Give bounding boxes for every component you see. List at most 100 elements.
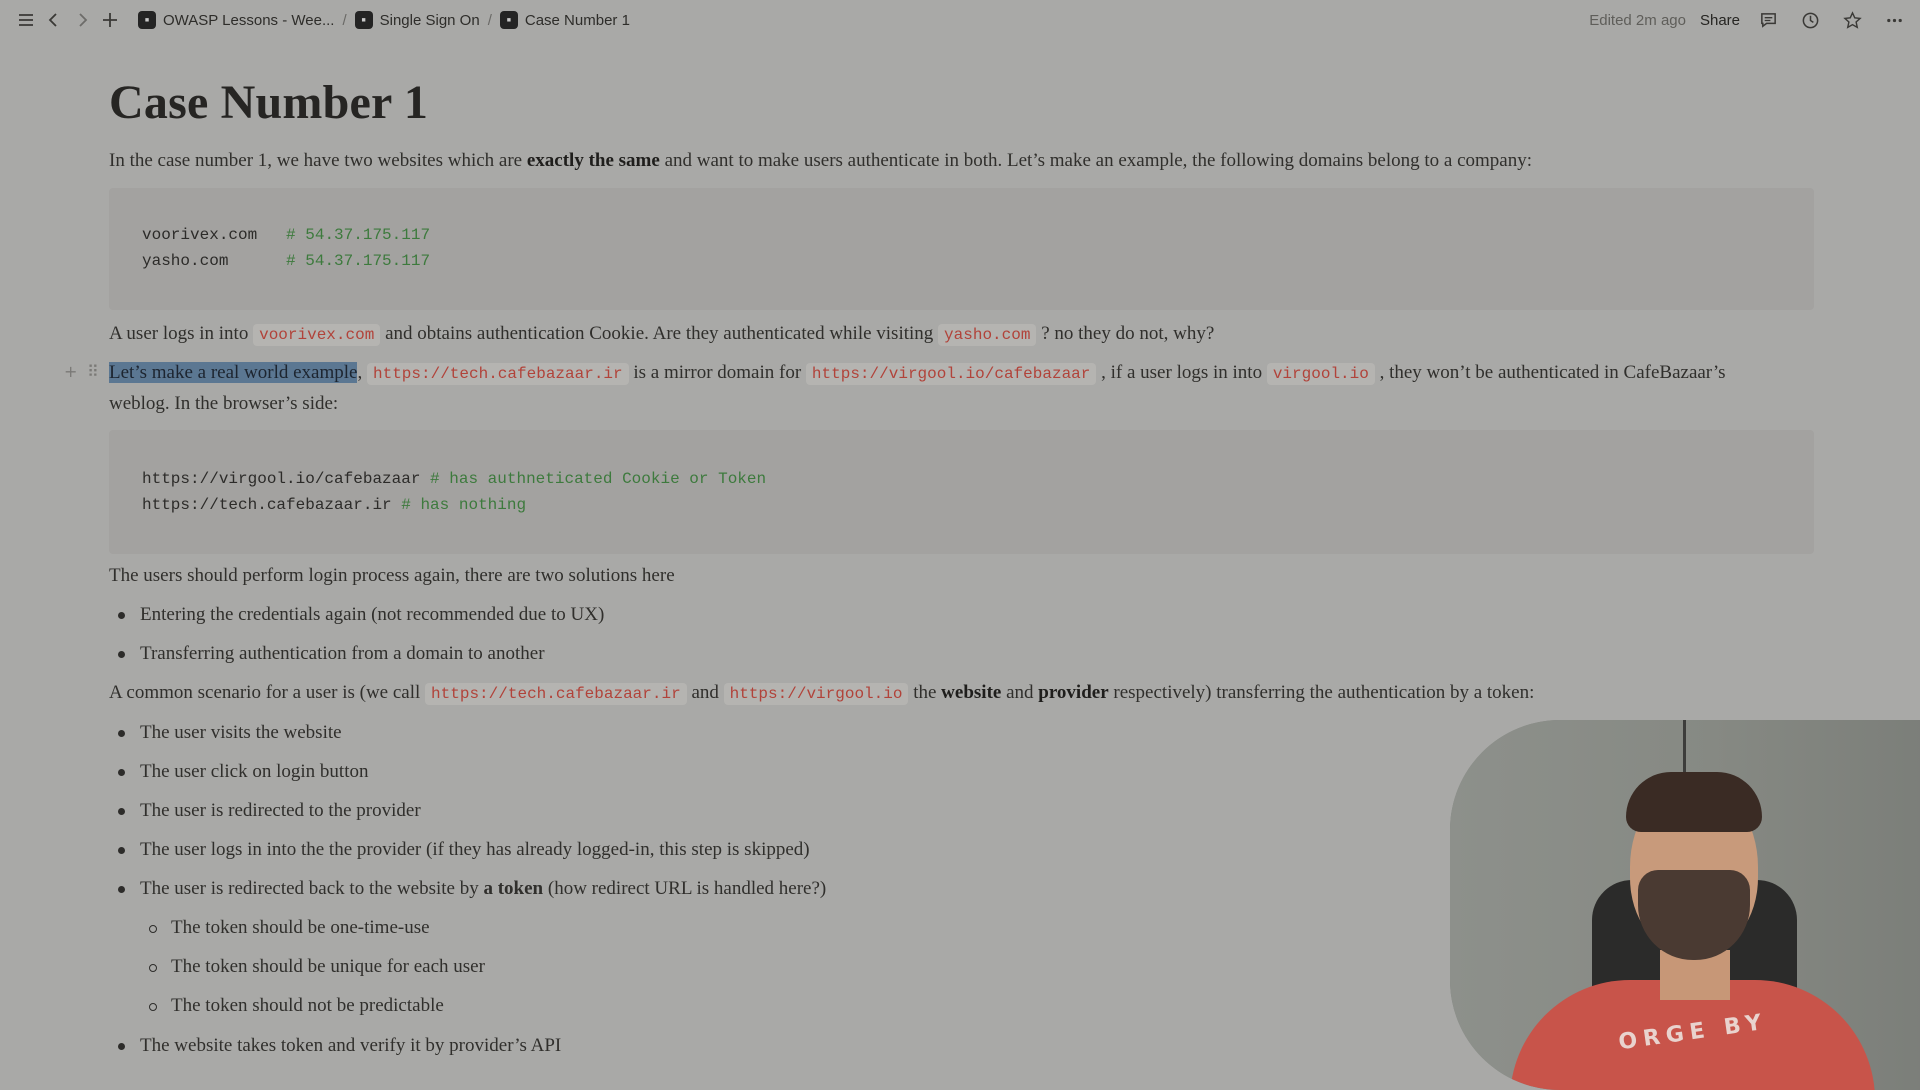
inline-code: https://tech.cafebazaar.ir — [425, 683, 687, 705]
sub-list-item[interactable]: The token should not be predictable — [171, 991, 444, 1021]
text: is a mirror domain for — [628, 362, 806, 383]
code-text: https://tech.cafebazaar.ir — [142, 496, 402, 514]
paragraph-cookie[interactable]: A user logs in into voorivex.com and obt… — [109, 319, 1214, 350]
text: and — [1001, 682, 1039, 703]
inline-code: https://virgool.io/cafebazaar — [805, 363, 1097, 385]
code-line: voorivex.com # 54.37.175.117 — [142, 226, 430, 244]
webcam-person-hair — [1626, 772, 1762, 832]
bullet-icon — [118, 886, 125, 893]
inline-code: https://tech.cafebazaar.ir — [366, 363, 629, 385]
bold-text: website — [941, 682, 1002, 703]
text: weblog. In the browser’s side: — [109, 393, 339, 414]
bullet-icon — [118, 808, 125, 815]
comments-icon[interactable] — [1754, 6, 1782, 34]
bullet-icon — [118, 612, 125, 619]
code-comment: # 54.37.175.117 — [286, 252, 431, 270]
list-item[interactable]: The user is redirected back to the websi… — [140, 874, 826, 904]
top-bar: ■ OWASP Lessons - Wee... / ■ Single Sign… — [0, 0, 1920, 40]
text: The user is redirected back to the websi… — [140, 878, 484, 899]
text: A common scenario for a user is (we call — [109, 682, 426, 703]
list-item[interactable]: The user visits the website — [140, 718, 342, 748]
code-line: https://virgool.io/cafebazaar # has auth… — [142, 470, 766, 488]
notion-page-icon: ■ — [138, 11, 156, 29]
sub-list-item[interactable]: The token should be unique for each user — [171, 952, 485, 982]
text: the — [908, 682, 942, 703]
list-item[interactable]: The website takes token and verify it by… — [140, 1031, 561, 1061]
hollow-bullet-icon — [149, 964, 157, 972]
bullet-icon — [118, 769, 125, 776]
more-icon[interactable] — [1880, 6, 1908, 34]
text: (how redirect URL is handled here?) — [543, 878, 827, 899]
code-comment: # has authneticated Cookie or Token — [430, 470, 767, 488]
notion-page-icon: ■ — [499, 11, 518, 29]
intro-paragraph[interactable]: In the case number 1, we have two websit… — [109, 146, 1532, 176]
inline-code: voorivex.com — [253, 324, 381, 346]
sub-list-item[interactable]: The token should be one-time-use — [171, 913, 430, 943]
code-block-domains[interactable]: voorivex.com # 54.37.175.117 yasho.com #… — [109, 188, 1814, 310]
list-item[interactable]: The user click on login button — [140, 757, 368, 787]
list-item[interactable]: Transferring authentication from a domai… — [140, 639, 545, 669]
bullet-icon — [118, 651, 125, 658]
text: A user logs in into — [109, 323, 254, 344]
sidebar-toggle-icon[interactable] — [12, 6, 40, 34]
text: respectively) transferring the authentic… — [1108, 682, 1535, 703]
bullet-icon — [118, 847, 125, 854]
code-line: https://tech.cafebazaar.ir # has nothing — [142, 496, 526, 514]
breadcrumb-item-owasp-lessons[interactable]: ■ OWASP Lessons - Wee... — [132, 11, 340, 29]
history-icon[interactable] — [1796, 6, 1824, 34]
paragraph-login-again[interactable]: The users should perform login process a… — [109, 561, 675, 591]
add-block-icon[interactable]: + — [64, 362, 77, 381]
breadcrumb-label: Case Number 1 — [524, 11, 630, 29]
edited-status: Edited 2m ago — [1589, 11, 1686, 29]
text: and obtains authentication Cookie. Are t… — [380, 323, 939, 344]
bold-text: a token — [483, 878, 544, 899]
text: and — [686, 682, 724, 703]
breadcrumb-separator: / — [487, 11, 492, 29]
code-comment: # 54.37.175.117 — [286, 226, 431, 244]
bullet-icon — [118, 1043, 125, 1050]
text: , — [357, 362, 367, 383]
text: , they won’t be authenticated in CafeBaz… — [1374, 362, 1726, 383]
list-item[interactable]: The user is redirected to the provider — [140, 796, 421, 826]
code-block-browser[interactable]: https://virgool.io/cafebazaar # has auth… — [109, 430, 1814, 554]
breadcrumb-label: OWASP Lessons - Wee... — [163, 11, 335, 29]
webcam-overlay: ORGE BY — [1450, 720, 1920, 1090]
topbar-actions: Edited 2m ago Share — [1589, 0, 1908, 40]
text: In the case number 1, we have two websit… — [109, 150, 527, 171]
hollow-bullet-icon — [149, 1003, 157, 1011]
paragraph-common-scenario[interactable]: A common scenario for a user is (we call… — [109, 678, 1534, 709]
code-line: yasho.com # 54.37.175.117 — [142, 252, 430, 270]
inline-code: yasho.com — [938, 324, 1037, 346]
hollow-bullet-icon — [149, 925, 157, 933]
text: and want to make users authenticate in b… — [659, 150, 1533, 171]
bullet-icon — [118, 730, 125, 737]
drag-handle-icon[interactable]: ⠿ — [87, 362, 99, 381]
share-button[interactable]: Share — [1700, 12, 1740, 29]
webcam-wall-pole — [1683, 720, 1686, 780]
paragraph-real-world-example[interactable]: Let’s make a real world example, https:/… — [109, 358, 1814, 419]
code-text: yasho.com — [142, 252, 287, 270]
forward-icon[interactable] — [68, 6, 96, 34]
favorite-star-icon[interactable] — [1838, 6, 1866, 34]
text: ? no they do not, why? — [1036, 323, 1215, 344]
text: , if a user logs in into — [1096, 362, 1267, 383]
breadcrumb-item-single-sign-on[interactable]: ■ Single Sign On — [349, 11, 486, 29]
page-title: Case Number 1 — [109, 76, 429, 129]
back-icon[interactable] — [40, 6, 68, 34]
selected-text: Let’s make a real world example — [109, 362, 358, 383]
list-item[interactable]: The user logs in into the the provider (… — [140, 835, 810, 865]
inline-code: https://virgool.io — [723, 683, 909, 705]
breadcrumb: ■ OWASP Lessons - Wee... / ■ Single Sign… — [132, 11, 636, 29]
code-text: voorivex.com — [142, 226, 287, 244]
code-text: https://virgool.io/cafebazaar — [142, 470, 431, 488]
inline-code: virgool.io — [1266, 363, 1375, 385]
bold-text: provider — [1038, 682, 1109, 703]
breadcrumb-separator: / — [342, 11, 347, 29]
add-icon[interactable] — [96, 6, 124, 34]
bold-text: exactly the same — [526, 150, 660, 171]
breadcrumb-item-case-number-1[interactable]: ■ Case Number 1 — [494, 11, 636, 29]
code-comment: # has nothing — [401, 496, 527, 514]
notion-page-icon: ■ — [354, 11, 373, 29]
list-item[interactable]: Entering the credentials again (not reco… — [140, 600, 604, 630]
breadcrumb-label: Single Sign On — [379, 11, 480, 29]
